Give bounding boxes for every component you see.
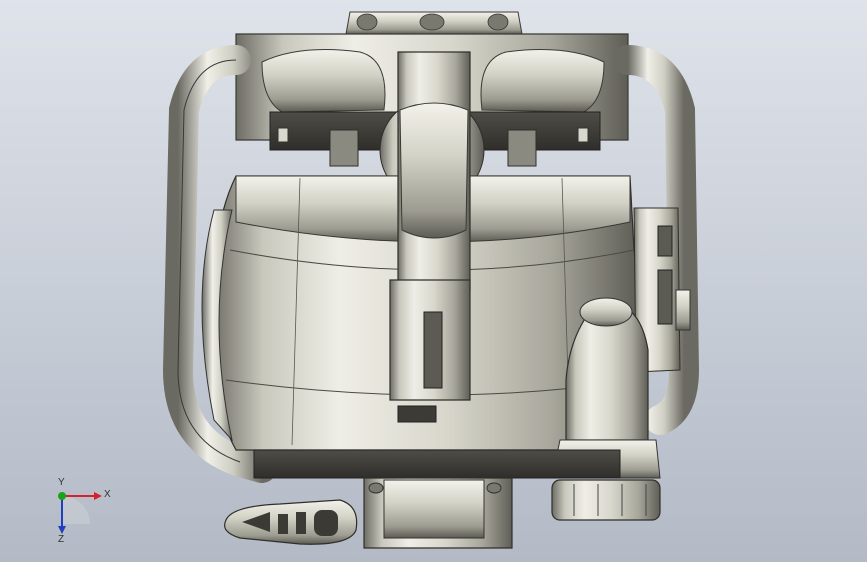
- x-axis-label: X: [104, 489, 111, 500]
- central-arm: [389, 51, 471, 423]
- x-axis-arrow: [94, 492, 102, 500]
- carry-handle: [224, 499, 358, 545]
- z-axis-label: Z: [58, 534, 65, 545]
- coordinate-triad: X Y Z: [40, 477, 120, 550]
- z-axis-arrow: [58, 526, 66, 534]
- y-axis-dot: [58, 492, 66, 500]
- cad-model-view[interactable]: [0, 0, 867, 562]
- top-flange: [345, 11, 523, 35]
- graphics-viewport[interactable]: X Y Z: [0, 0, 867, 562]
- y-axis-label: Y: [58, 477, 65, 488]
